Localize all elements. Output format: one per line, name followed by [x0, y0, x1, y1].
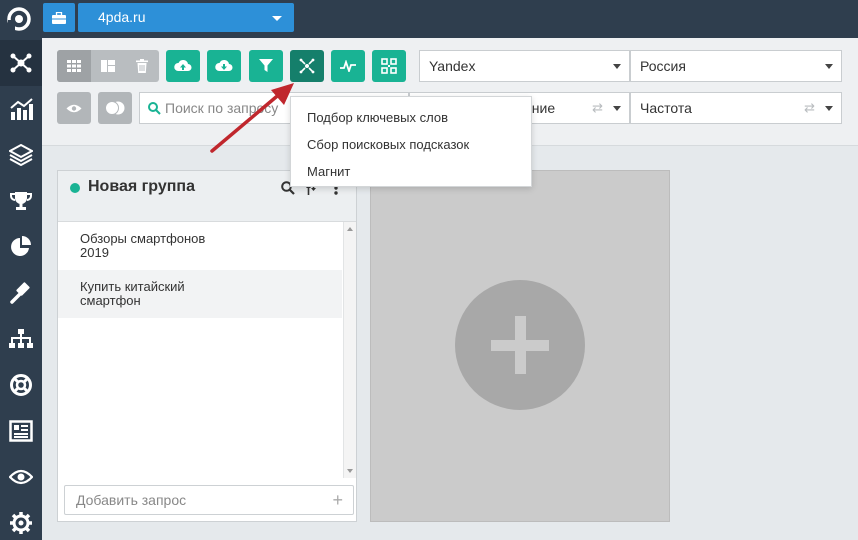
chevron-down-icon	[825, 106, 833, 111]
project-select[interactable]: 4pda.ru	[78, 3, 294, 32]
download-cloud-button[interactable]	[207, 50, 241, 82]
sidebar-item-pie[interactable]	[0, 224, 42, 270]
chevron-down-icon	[825, 64, 833, 69]
query-text-line1: Обзоры смартфонов	[80, 231, 206, 246]
trash-icon	[136, 59, 148, 73]
sidebar-item-network[interactable]	[0, 40, 42, 86]
collect-menu: Подбор ключевых слов Сбор поисковых подс…	[290, 96, 532, 187]
search-icon	[148, 102, 161, 115]
add-group-panel	[370, 170, 670, 522]
grid-icon	[67, 60, 81, 72]
annotation-arrow	[210, 83, 294, 153]
query-text-line2: 2019	[80, 245, 109, 260]
group-panel: Новая группа Обзоры смартфонов 2019 Купи…	[57, 170, 357, 522]
dashboard-icon	[101, 60, 115, 72]
briefcase-button[interactable]	[43, 3, 75, 32]
add-group-button[interactable]	[455, 280, 585, 410]
scroll-down-icon[interactable]	[347, 469, 353, 473]
trophy-icon	[10, 192, 32, 210]
project-name: 4pda.ru	[98, 9, 146, 25]
keyword-collect-button[interactable]	[290, 50, 324, 82]
list-item[interactable]: Обзоры смартфонов 2019	[58, 222, 342, 270]
sidebar-item-trophy[interactable]	[0, 178, 42, 224]
list-scrollbar[interactable]	[343, 222, 356, 478]
filter-icon	[259, 59, 273, 72]
dashboard-view-button[interactable]	[91, 50, 125, 82]
region-select[interactable]: Россия	[630, 50, 842, 82]
list-item[interactable]: Купить китайский смартфон	[58, 270, 342, 318]
analytics-button[interactable]	[331, 50, 365, 82]
chevron-down-icon	[613, 106, 621, 111]
sidebar-item-gavel[interactable]	[0, 270, 42, 316]
chevron-down-icon	[272, 16, 282, 21]
structure-icon	[381, 58, 397, 74]
upload-cloud-button[interactable]	[166, 50, 200, 82]
menu-item-magnet[interactable]: Магнит	[291, 158, 531, 185]
grid-view-button[interactable]	[57, 50, 91, 82]
add-query-placeholder: Добавить запрос	[76, 492, 187, 508]
pie-chart-icon	[11, 236, 31, 256]
chevron-down-icon	[613, 64, 621, 69]
gavel-icon	[10, 282, 30, 304]
sync-icon[interactable]: ⇄	[592, 101, 603, 115]
delete-button[interactable]	[125, 50, 159, 82]
group-title: Новая группа	[88, 178, 195, 195]
collect-icon	[299, 58, 315, 74]
scroll-up-icon[interactable]	[347, 227, 353, 231]
gear-icon	[10, 512, 32, 534]
sidebar-item-chart[interactable]	[0, 86, 42, 132]
menu-item-search-suggestions[interactable]: Сбор поисковых подсказок	[291, 131, 531, 158]
layers-icon	[9, 144, 33, 166]
lifebuoy-icon	[10, 374, 32, 396]
eye-icon	[66, 104, 82, 112]
top-bar: 4pda.ru	[0, 0, 858, 38]
cloud-upload-icon	[174, 59, 192, 71]
eye-icon	[9, 469, 33, 485]
visibility-button[interactable]	[57, 92, 91, 124]
view-mode-group	[57, 50, 159, 82]
chart-icon	[10, 98, 33, 120]
query-text-line2: смартфон	[80, 293, 141, 308]
plus-icon[interactable]: +	[332, 486, 343, 514]
frequency-select[interactable]: Частота ⇄	[630, 92, 842, 124]
report-icon	[9, 420, 33, 442]
sync-icon[interactable]: ⇄	[804, 101, 815, 115]
filter-button[interactable]	[249, 50, 283, 82]
add-query-input[interactable]: Добавить запрос +	[64, 485, 354, 515]
network-icon	[10, 53, 32, 73]
sidebar-item-eye[interactable]	[0, 454, 42, 500]
search-engine-select[interactable]: Yandex	[419, 50, 630, 82]
search-engine-value: Yandex	[429, 58, 476, 74]
sidebar-item-settings[interactable]	[0, 500, 42, 540]
sidebar-item-sitemap[interactable]	[0, 316, 42, 362]
frequency-value: Частота	[640, 100, 692, 116]
status-dot	[70, 183, 80, 193]
sidebar-item-report[interactable]	[0, 408, 42, 454]
sitemap-icon	[9, 329, 33, 348]
sidebar-item-lifebuoy[interactable]	[0, 362, 42, 408]
toggle-icon	[105, 101, 125, 115]
query-text-line1: Купить китайский	[80, 279, 185, 294]
query-list: Обзоры смартфонов 2019 Купить китайский …	[58, 222, 342, 478]
pulse-icon	[340, 60, 356, 72]
toggle-button[interactable]	[98, 92, 132, 124]
region-value: Россия	[640, 58, 686, 74]
cloud-download-icon	[215, 59, 233, 71]
structure-button[interactable]	[372, 50, 406, 82]
briefcase-icon	[52, 11, 66, 24]
menu-item-keyword-selection[interactable]: Подбор ключевых слов	[291, 104, 531, 131]
sidebar-item-layers[interactable]	[0, 132, 42, 178]
sidebar	[0, 38, 42, 540]
app-logo[interactable]	[0, 0, 38, 38]
